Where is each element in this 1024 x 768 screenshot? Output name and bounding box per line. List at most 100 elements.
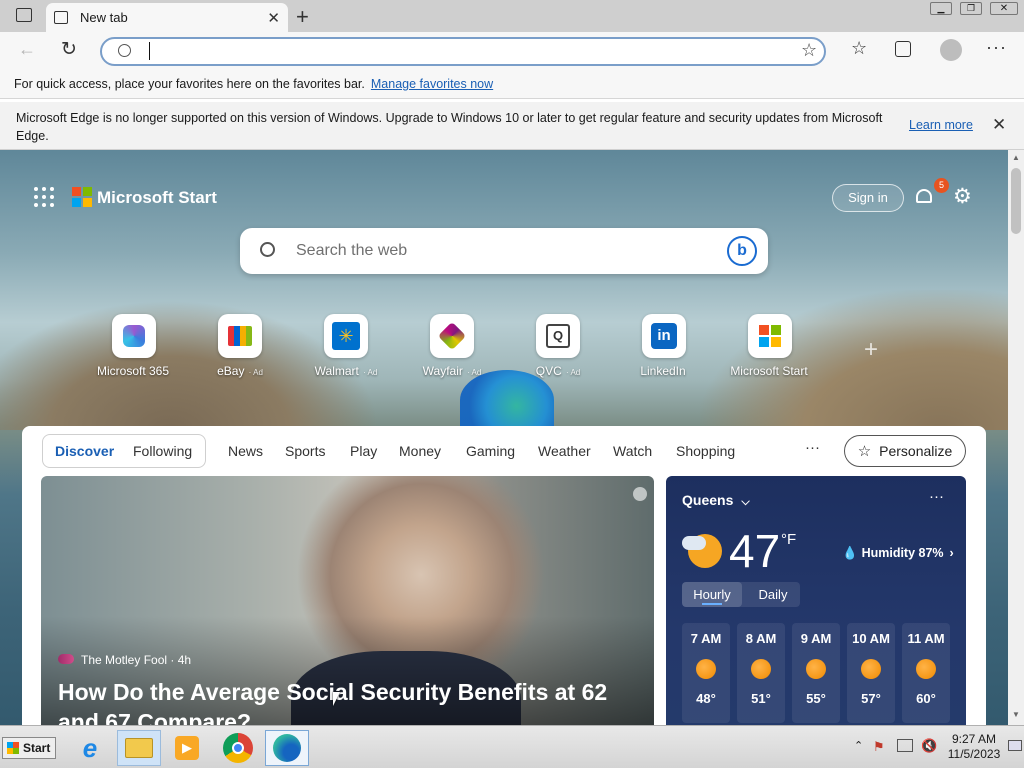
tab-shopping[interactable]: Shopping [676, 443, 735, 459]
tab-gaming[interactable]: Gaming [466, 443, 515, 459]
favbar-text: For quick access, place your favorites h… [14, 77, 365, 91]
article-headline[interactable]: How Do the Average Social Security Benef… [58, 677, 638, 725]
scroll-up-arrow-icon[interactable]: ▲ [1012, 153, 1020, 162]
tab-following[interactable]: Following [133, 443, 192, 459]
refresh-button[interactable]: ↻ [61, 38, 77, 61]
tab-money[interactable]: Money [399, 443, 441, 459]
quicklink-linkedin[interactable]: in LinkedIn [624, 314, 704, 378]
weather-more-icon[interactable]: ··· [929, 488, 944, 505]
show-hidden-icons-icon[interactable]: ⌃ [854, 739, 863, 752]
settings-more-icon[interactable]: ··· [986, 37, 1007, 58]
manage-favorites-link[interactable]: Manage favorites now [371, 77, 493, 91]
hero-article-card[interactable]: The Motley Fool · 4h How Do the Average … [41, 476, 654, 725]
restore-button[interactable]: ❐ [960, 2, 982, 15]
start-label: Start [23, 741, 51, 755]
web-search-box[interactable]: Search the web b [240, 228, 768, 274]
tab-daily[interactable]: Daily [746, 582, 800, 607]
current-temperature: 47 [729, 525, 781, 577]
hourly-forecast-item[interactable]: 9 AM 55° [792, 623, 840, 723]
tab-news[interactable]: News [228, 443, 263, 459]
search-web-placeholder: Search the web [296, 242, 408, 259]
new-tab-button[interactable]: + [296, 4, 309, 30]
sign-in-button[interactable]: Sign in [832, 184, 904, 212]
edge-taskbar-icon[interactable] [265, 730, 309, 766]
hourly-forecast-item[interactable]: 7 AM 48° [682, 623, 730, 723]
newtab-icon [54, 11, 68, 24]
tab-discover[interactable]: Discover [55, 443, 114, 459]
notifications-bell-icon[interactable]: 5 [914, 178, 949, 208]
article-source: The Motley Fool · 4h [81, 653, 192, 667]
scrollbar-thumb[interactable] [1011, 168, 1021, 234]
page-scrollbar[interactable]: ▲ ▼ [1008, 150, 1024, 725]
file-explorer-icon[interactable] [117, 730, 161, 766]
quicklink-microsoft-365[interactable]: Microsoft 365 [94, 314, 174, 378]
clock[interactable]: 9:27 AM 11/5/2023 [944, 732, 1004, 762]
hour-label: 10 AM [852, 631, 890, 646]
personalize-button[interactable]: ☆ Personalize [844, 435, 966, 467]
tab-actions-icon[interactable] [16, 8, 32, 22]
favorites-icon[interactable]: ☆ [851, 38, 867, 59]
hour-temp: 55° [806, 691, 826, 706]
ad-label: · Ad [246, 368, 263, 377]
quicklink-qvc[interactable]: Q QVC · Ad [518, 314, 598, 378]
quicklink-label: QVC [535, 364, 562, 378]
search-web-icon [260, 242, 275, 257]
window-controls: ▁ ❐ ✕ [930, 2, 1020, 16]
page-settings-gear-icon[interactable]: ⚙ [953, 184, 972, 209]
more-tabs-button[interactable]: ··· [805, 439, 820, 456]
tab-play[interactable]: Play [350, 443, 377, 459]
close-tab-icon[interactable]: ✕ [267, 9, 280, 27]
clock-time: 9:27 AM [951, 732, 997, 746]
weather-card[interactable]: Queens ⌵ ··· 47 °F 💧 Humidity 87% › Hourly … [666, 476, 966, 725]
tab-title: New tab [80, 10, 128, 25]
action-center-flag-icon[interactable]: ⚑ [873, 739, 885, 755]
edge-logo-icon [460, 370, 554, 430]
tab-new-tab[interactable]: New tab ✕ [46, 3, 288, 32]
quicklink-label: Microsoft 365 [96, 364, 170, 378]
forecast-toggle: Hourly Daily [682, 582, 800, 607]
quicklink-wayfair[interactable]: Wayfair · Ad [412, 314, 492, 378]
address-bar[interactable]: ☆ [100, 37, 826, 66]
quicklink-walmart[interactable]: ✳ Walmart · Ad [306, 314, 386, 378]
microsoft-logo-icon [748, 314, 792, 358]
chevron-right-icon: › [949, 546, 954, 560]
start-button[interactable]: Start [2, 737, 56, 759]
hourly-forecast-item[interactable]: 8 AM 51° [737, 623, 785, 723]
tab-sports[interactable]: Sports [285, 443, 325, 459]
humidity-readout[interactable]: 💧 Humidity 87% › [842, 546, 954, 561]
sparkle-icon: ☆ [857, 443, 872, 460]
collections-icon[interactable] [895, 41, 911, 57]
tab-watch[interactable]: Watch [613, 443, 652, 459]
address-input[interactable] [148, 42, 748, 62]
brand-title[interactable]: Microsoft Start [97, 188, 217, 208]
show-desktop-icon[interactable] [1008, 740, 1022, 751]
apps-grid-icon[interactable] [34, 187, 54, 207]
internet-explorer-icon[interactable]: e [68, 730, 112, 766]
chrome-icon[interactable] [216, 730, 260, 766]
add-favorite-icon[interactable]: ☆ [801, 40, 817, 61]
hour-temp: 60° [916, 691, 936, 706]
learn-more-link[interactable]: Learn more [909, 118, 973, 132]
quicklink-ebay[interactable]: eBay · Ad [200, 314, 280, 378]
notification-count-badge: 5 [934, 178, 949, 193]
profile-avatar[interactable] [940, 39, 962, 61]
media-player-icon[interactable]: ▶ [165, 730, 209, 766]
bing-chat-icon[interactable]: b [727, 236, 757, 266]
back-button[interactable]: ← [18, 39, 36, 60]
network-icon[interactable] [897, 739, 913, 752]
volume-muted-icon[interactable]: 🔇 [921, 738, 937, 754]
qvc-icon: Q [536, 314, 580, 358]
feed-panel: Discover Following News Sports Play Mone… [22, 426, 986, 725]
close-window-button[interactable]: ✕ [990, 2, 1018, 15]
hourly-forecast-item[interactable]: 10 AM 57° [847, 623, 895, 723]
minimize-button[interactable]: ▁ [930, 2, 952, 15]
tab-weather[interactable]: Weather [538, 443, 591, 459]
weather-location[interactable]: Queens ⌵ [682, 492, 750, 509]
taskbar: Start e ▶ ⌃ ⚑ 🔇 9:27 AM 11/5/2023 [0, 725, 1024, 768]
scroll-down-arrow-icon[interactable]: ▼ [1012, 710, 1020, 719]
close-infobar-icon[interactable]: ✕ [992, 115, 1006, 135]
tab-strip: New tab ✕ + ▁ ❐ ✕ [0, 0, 1024, 32]
quicklink-microsoft-start[interactable]: Microsoft Start [730, 314, 810, 378]
hourly-forecast-item[interactable]: 11 AM 60° [902, 623, 950, 723]
add-shortcut-button[interactable]: + [864, 336, 878, 364]
